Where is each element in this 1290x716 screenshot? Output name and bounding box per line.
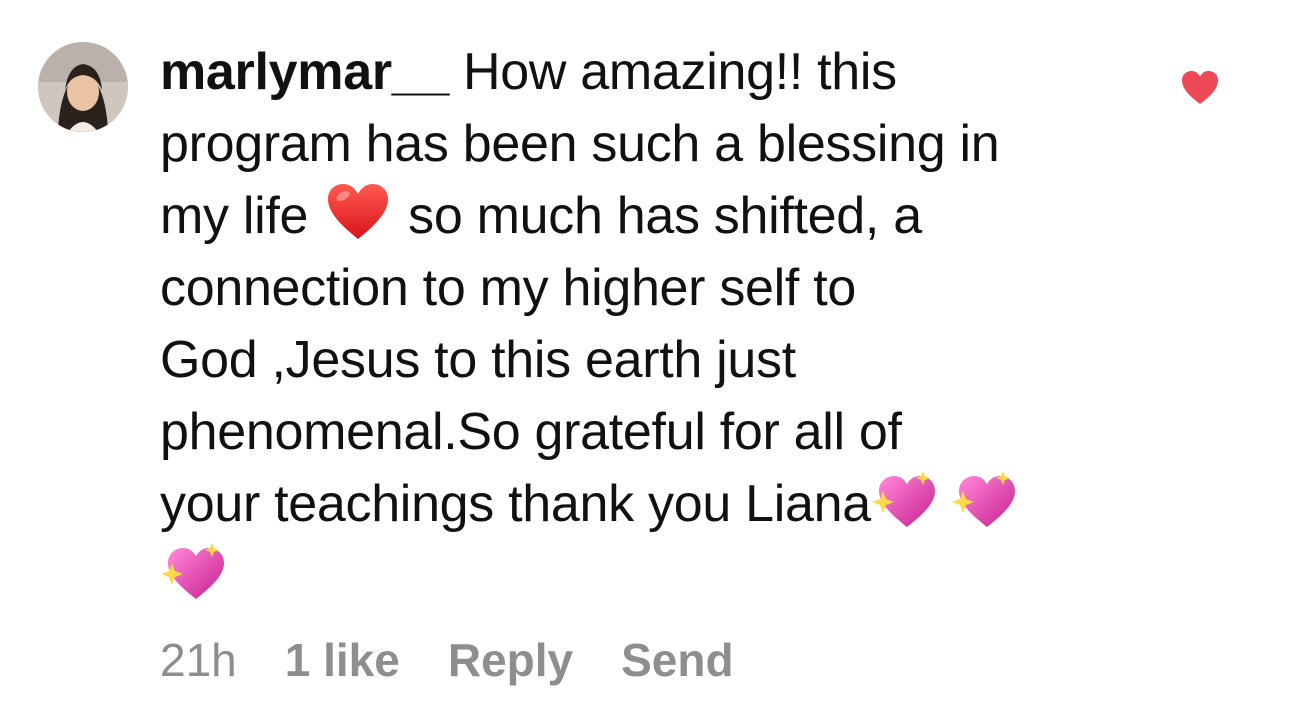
comment-line: program has been such a blessing in	[160, 115, 1000, 173]
comment-text: your teachings thank you Liana	[160, 475, 871, 533]
comment-line	[160, 540, 1150, 612]
comment-text: my life	[160, 187, 309, 245]
comment-line: phenomenal.So grateful for all of	[160, 403, 902, 461]
sparkling-heart-icon	[951, 469, 1017, 529]
comment-line: connection to my higher self to	[160, 259, 856, 317]
like-count-button[interactable]: 1 like	[285, 634, 400, 686]
comment-line: marlymar__ How amazing!! this	[160, 36, 1150, 108]
red-heart-icon	[326, 183, 390, 241]
reply-button[interactable]: Reply	[448, 634, 573, 686]
comment-text: How amazing!! this	[463, 43, 897, 101]
comment-line: God ,Jesus to this earth just	[160, 331, 796, 389]
timestamp: 21h	[160, 634, 237, 686]
username[interactable]: marlymar__	[160, 43, 449, 101]
avatar-image	[38, 42, 128, 132]
comment: marlymar__ How amazing!! this program has…	[0, 0, 1290, 716]
comment-text: so much has shifted, a	[408, 187, 922, 245]
comment-line: your teachings thank you Liana	[160, 468, 1150, 540]
like-heart-icon[interactable]	[1181, 70, 1219, 106]
sparkling-heart-icon	[871, 469, 937, 529]
sparkling-heart-icon	[160, 541, 226, 601]
comment-body: marlymar__ How amazing!! this program has…	[160, 36, 1150, 612]
comment-line: my life so much has shifted, a	[160, 180, 1150, 252]
send-button[interactable]: Send	[621, 634, 733, 686]
avatar[interactable]	[38, 42, 128, 132]
comment-meta: 21h 1 like Reply Send	[160, 628, 782, 692]
